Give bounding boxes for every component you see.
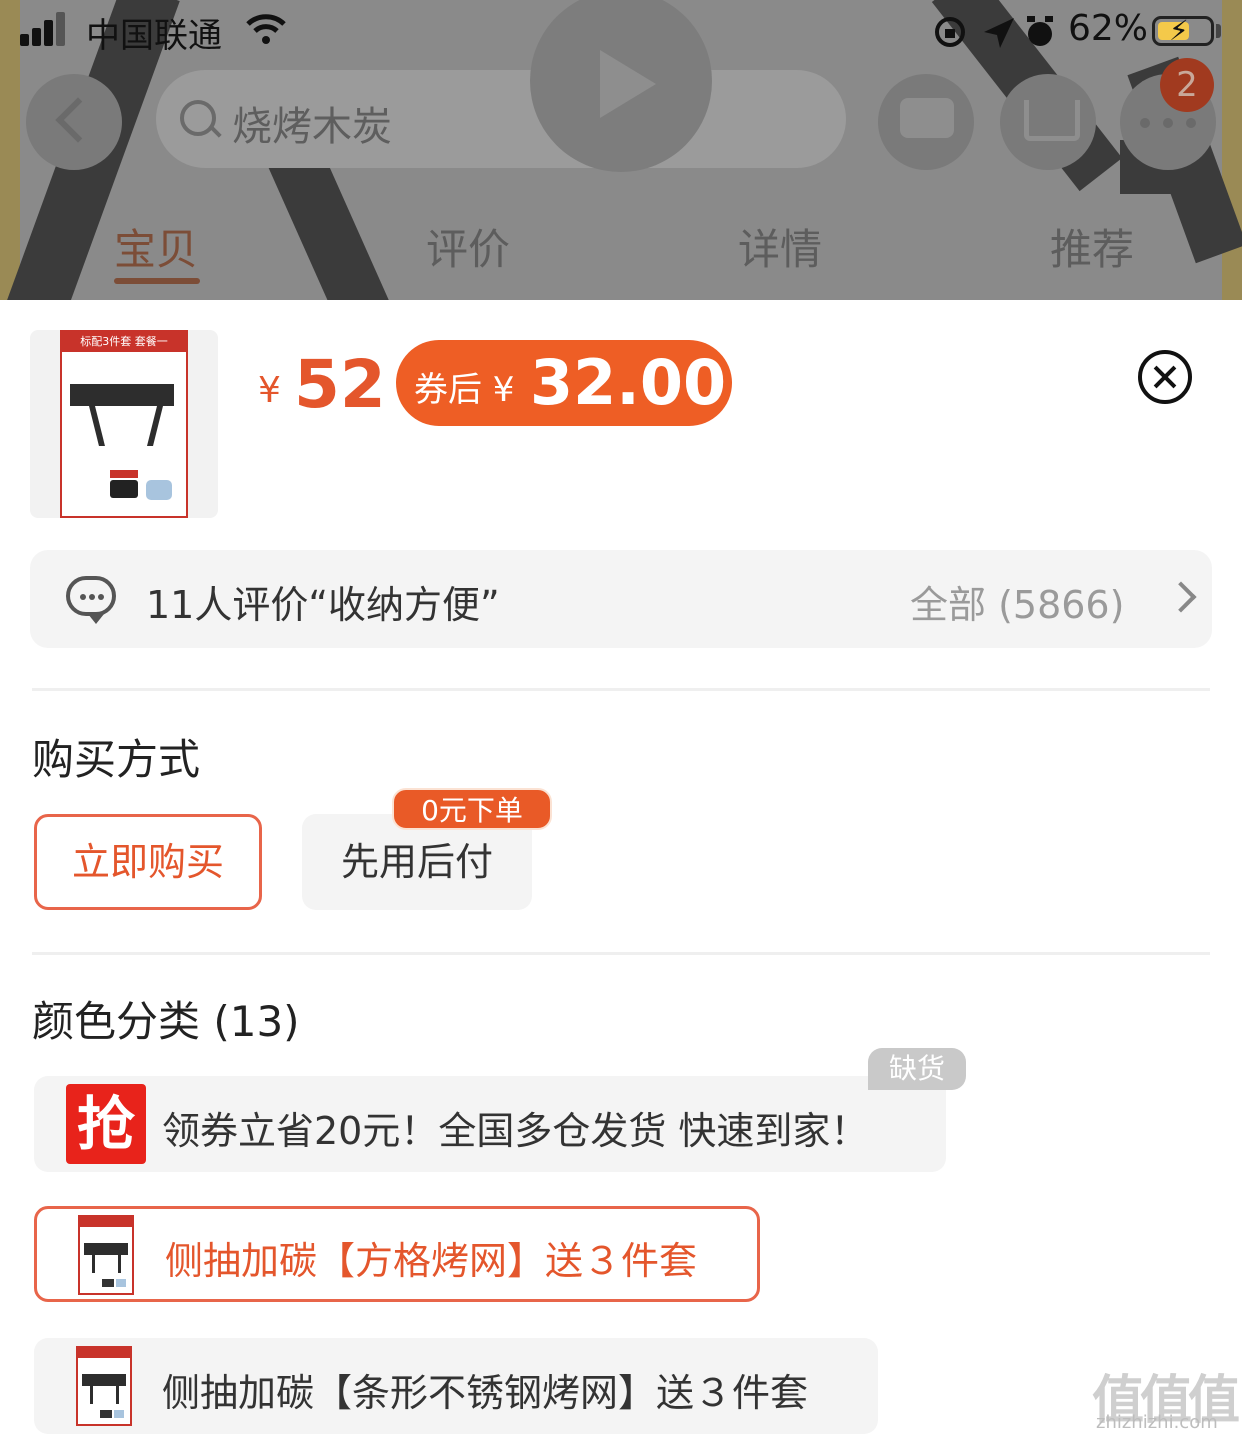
variant-thumbnail xyxy=(76,1346,132,1426)
watermark-site: zhizhizhi.com xyxy=(1096,1412,1218,1433)
zero-down-tag: 0元下单 xyxy=(392,788,552,830)
currency-symbol: ¥ xyxy=(258,370,281,411)
grill-shape xyxy=(70,384,174,406)
coupon-price-badge: 券后 ¥ 32.00 xyxy=(396,340,732,426)
tab-details[interactable]: 详情 xyxy=(738,216,822,277)
search-bar[interactable]: 烧烤木炭 xyxy=(156,70,846,168)
sku-selector-sheet: 标配3件套 套餐一 ¥ 52 券后 ¥ 32.00 11人评价“收纳方便” 全部… xyxy=(0,300,1242,1440)
variant-thumbnail xyxy=(78,1215,134,1295)
tag-shape xyxy=(110,470,138,478)
bag-shape xyxy=(110,480,138,498)
search-icon xyxy=(180,100,216,136)
search-query: 烧烤木炭 xyxy=(232,104,392,150)
more-dot xyxy=(1140,118,1150,128)
cart-icon xyxy=(1024,100,1080,141)
tab-recommend[interactable]: 推荐 xyxy=(1050,216,1134,277)
chat-bubble-tail xyxy=(88,614,104,624)
rotation-lock-icon xyxy=(935,17,965,47)
grill-leg-shape xyxy=(147,406,163,446)
share-button[interactable] xyxy=(878,74,974,170)
divider xyxy=(32,952,1210,955)
more-dot xyxy=(1186,118,1196,128)
purchase-method-title: 购买方式 xyxy=(32,735,201,784)
back-chevron-icon xyxy=(55,97,101,143)
grill-leg-shape xyxy=(89,406,105,446)
buy-now-option[interactable]: 立即购买 xyxy=(34,814,262,910)
cart-badge: 2 xyxy=(1160,58,1214,112)
battery-tip xyxy=(1216,24,1221,38)
variant-option-strip-grill[interactable]: 侧抽加碳【条形不锈钢烤网】送３件套 xyxy=(34,1338,878,1434)
glove-shape xyxy=(146,480,172,500)
coupon-price: 32.00 xyxy=(530,346,727,419)
product-thumbnail[interactable]: 标配3件套 套餐一 xyxy=(30,330,218,518)
out-of-stock-tag: 缺货 xyxy=(868,1048,966,1090)
all-reviews-link[interactable]: 全部 (5866) xyxy=(910,574,1124,629)
battery-icon: ⚡ xyxy=(1152,14,1214,47)
status-icons xyxy=(935,16,1053,48)
variant-label: 侧抽加碳【方格烤网】送３件套 xyxy=(165,1239,698,1283)
product-image: 标配3件套 套餐一 xyxy=(60,330,188,518)
play-icon xyxy=(600,50,656,118)
color-category-title: 颜色分类 (13) xyxy=(32,997,300,1046)
alarm-icon xyxy=(1027,16,1053,46)
tab-reviews[interactable]: 评价 xyxy=(426,216,510,277)
chevron-right-icon xyxy=(1165,581,1197,613)
share-icon xyxy=(900,98,954,138)
tab-baobei[interactable]: 宝贝 xyxy=(114,216,198,277)
variant-label: 领券立省20元！全国多仓发货 快速到家！ xyxy=(162,1109,869,1153)
grab-deal-icon: 抢 xyxy=(66,1084,146,1164)
chat-bubble-icon xyxy=(66,576,116,616)
close-icon[interactable] xyxy=(1138,350,1192,404)
variant-option-grid-grill[interactable]: 侧抽加碳【方格烤网】送３件套 xyxy=(34,1206,760,1302)
more-dot xyxy=(1163,118,1173,128)
thumbnail-caption: 标配3件套 套餐一 xyxy=(62,332,186,352)
site-watermark: 值值值 zhizhizhi.com xyxy=(1092,1358,1240,1433)
cart-button[interactable] xyxy=(1000,74,1096,170)
divider xyxy=(32,688,1210,691)
review-summary-text: 11人评价“收纳方便” xyxy=(146,583,500,627)
location-icon xyxy=(984,18,1014,48)
coupon-label: 券后 ¥ xyxy=(414,370,515,410)
variant-option-promo[interactable]: 抢 领券立省20元！全国多仓发货 快速到家！ xyxy=(34,1076,946,1172)
charging-bolt-icon: ⚡ xyxy=(1169,14,1189,47)
review-summary-bar[interactable]: 11人评价“收纳方便” 全部 (5866) xyxy=(30,550,1212,648)
back-button[interactable] xyxy=(26,74,122,170)
battery-percent: 62% xyxy=(1068,8,1149,49)
price: 52 xyxy=(294,346,386,423)
active-tab-indicator xyxy=(114,278,200,284)
variant-label: 侧抽加碳【条形不锈钢烤网】送３件套 xyxy=(162,1371,809,1415)
